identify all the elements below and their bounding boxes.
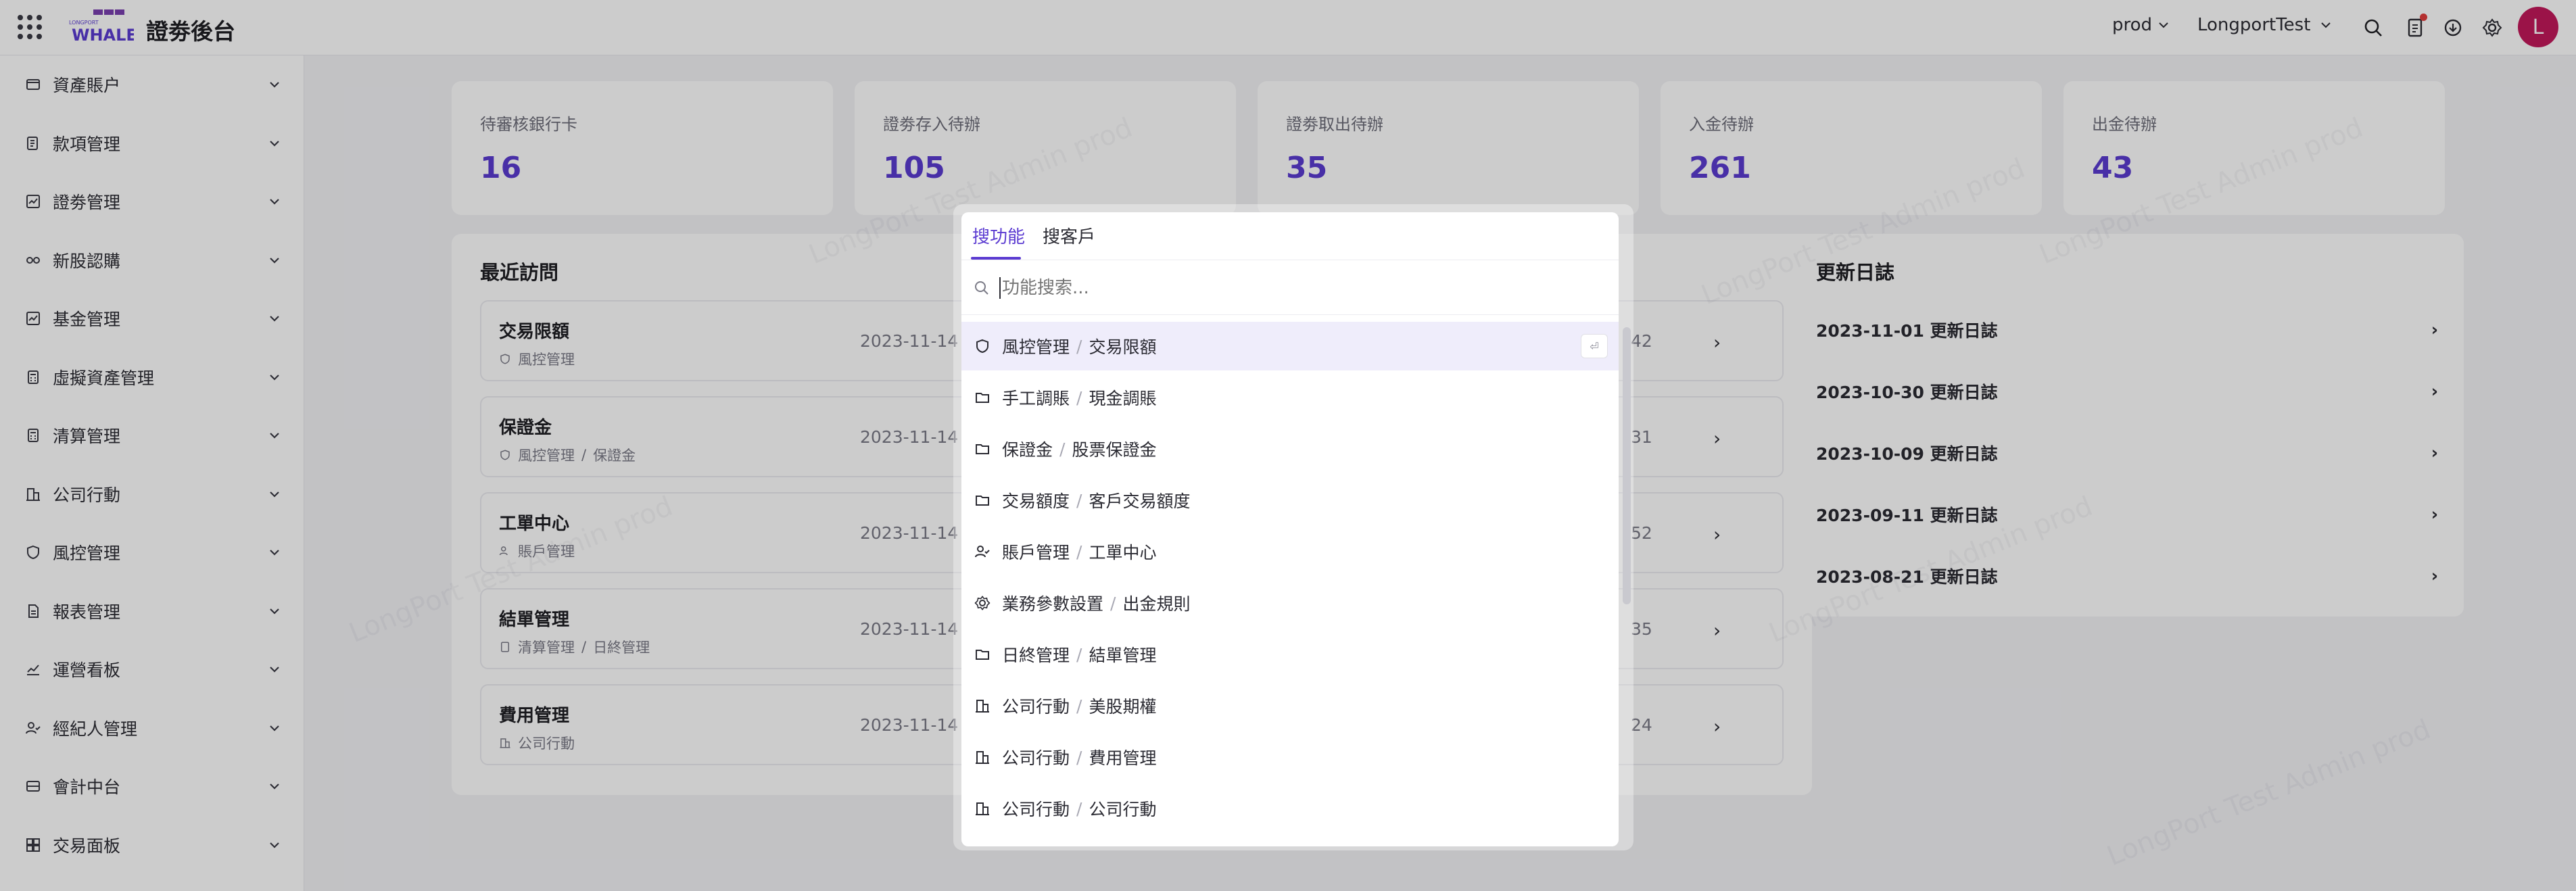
folder-icon — [974, 389, 991, 406]
search-result-item[interactable]: 保證金 / 股票保證金 — [961, 425, 1619, 473]
result-separator: / — [1076, 387, 1082, 408]
building-icon — [974, 800, 991, 817]
result-group: 公司行動 — [1002, 697, 1070, 717]
search-result-item[interactable]: 賬戶管理 / 工單中心 — [961, 527, 1619, 576]
search-result-item[interactable]: 公司行動 / 美股期權 — [961, 681, 1619, 730]
folder-icon — [974, 491, 991, 509]
tab-search-function[interactable]: 搜功能 — [972, 223, 1025, 248]
search-result-item[interactable]: 公司行動 / 公司行動 — [961, 784, 1619, 833]
result-name: 交易限額 — [1089, 337, 1157, 357]
search-row — [961, 261, 1619, 315]
result-name: 美股期權 — [1089, 697, 1157, 717]
search-result-item[interactable]: 公司行動 / 費用管理 — [961, 733, 1619, 781]
result-name: 工單中心 — [1089, 543, 1157, 562]
result-name: 公司行動 — [1089, 800, 1157, 819]
result-group: 保證金 — [1002, 440, 1053, 460]
result-group: 業務參數設置 — [1002, 594, 1104, 614]
result-group: 日終管理 — [1002, 646, 1070, 665]
result-name: 現金調賬 — [1089, 389, 1157, 408]
result-separator: / — [1076, 696, 1082, 716]
search-result-item[interactable]: 日終管理 / 結單管理 — [961, 630, 1619, 679]
result-separator: / — [1076, 541, 1082, 562]
result-name: 出金規則 — [1122, 594, 1191, 614]
search-icon — [975, 281, 988, 295]
result-group: 賬戶管理 — [1002, 543, 1070, 562]
search-modal: 搜功能 搜客戶 風控管理 / 交易限額 ⏎ 手工調賬 / 現金調賬 保證金 / … — [961, 212, 1619, 846]
result-separator: / — [1076, 336, 1082, 356]
result-separator: / — [1059, 439, 1066, 459]
building-icon — [974, 748, 991, 766]
search-result-item[interactable]: 業務參數設置 / 出金規則 — [961, 579, 1619, 627]
result-name: 結單管理 — [1089, 646, 1157, 665]
result-separator: / — [1076, 490, 1082, 510]
shield-icon — [974, 337, 991, 355]
result-name: 股票保證金 — [1072, 440, 1157, 460]
function-search-input[interactable] — [999, 276, 1540, 299]
folder-icon — [974, 646, 991, 663]
users-icon — [974, 543, 991, 560]
result-separator: / — [1076, 644, 1082, 665]
result-group: 公司行動 — [1002, 748, 1070, 768]
result-name: 費用管理 — [1089, 748, 1157, 768]
tab-search-customer[interactable]: 搜客戶 — [1043, 223, 1095, 248]
result-separator: / — [1076, 798, 1082, 819]
building-icon — [974, 697, 991, 715]
folder-icon — [974, 440, 991, 458]
result-name: 客戶交易額度 — [1089, 491, 1191, 511]
result-group: 交易額度 — [1002, 491, 1070, 511]
search-result-item[interactable]: 交易額度 / 客戶交易額度 — [961, 476, 1619, 525]
results-scrollbar[interactable] — [1623, 327, 1631, 604]
enter-key-icon: ⏎ — [1581, 334, 1608, 358]
search-result-item[interactable]: 風控管理 / 交易限額 ⏎ — [961, 322, 1619, 370]
result-separator: / — [1076, 747, 1082, 767]
gear-icon — [974, 594, 991, 612]
result-group: 手工調賬 — [1002, 389, 1070, 408]
search-result-item[interactable]: 手工調賬 / 現金調賬 — [961, 373, 1619, 422]
result-separator: / — [1110, 593, 1116, 613]
result-group: 公司行動 — [1002, 800, 1070, 819]
result-group: 風控管理 — [1002, 337, 1070, 357]
